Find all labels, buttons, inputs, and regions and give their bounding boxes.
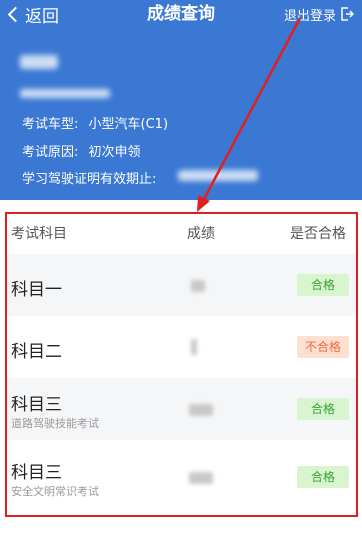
top-bar: 返回 成绩查询 退出登录 xyxy=(0,0,362,28)
header-score: 成绩 xyxy=(187,226,215,242)
blurred-permit-date xyxy=(178,170,258,181)
logout-icon xyxy=(341,7,354,21)
exam-reason-value: 初次申领 xyxy=(88,145,141,160)
scores-table: 考试科目 成绩 是否合格 科目一 合格 科目二 不合格 科目三 道路驾驶技能考试… xyxy=(5,212,358,517)
table-row: 科目二 不合格 xyxy=(7,316,356,378)
profile-header: 返回 成绩查询 退出登录 考试车型: 小型汽车(C1) 考试原因: 初次申领 学… xyxy=(0,0,362,200)
table-header: 考试科目 成绩 是否合格 xyxy=(7,214,356,250)
status-badge: 合格 xyxy=(297,398,349,420)
header-subject: 考试科目 xyxy=(11,226,67,242)
car-type-label: 考试车型: xyxy=(22,117,79,132)
blurred-score xyxy=(191,280,205,292)
logout-button[interactable]: 退出登录 xyxy=(284,0,354,28)
blurred-id-number xyxy=(20,89,110,98)
exam-reason-label: 考试原因: xyxy=(22,145,79,160)
subject-name: 科目一 xyxy=(11,280,62,300)
status-badge: 合格 xyxy=(297,274,349,296)
logout-label: 退出登录 xyxy=(283,8,336,24)
subject-note: 道路驾驶技能考试 xyxy=(11,417,99,430)
car-type-row: 考试车型: 小型汽车(C1) xyxy=(22,113,168,132)
subject-note: 安全文明常识考试 xyxy=(11,485,99,498)
subject-name: 科目三 xyxy=(11,463,62,483)
permit-expiry-row: 学习驾驶证明有效期止: xyxy=(22,168,156,187)
table-row: 科目三 安全文明常识考试 合格 xyxy=(7,446,356,508)
exam-reason-row: 考试原因: 初次申领 xyxy=(22,141,141,160)
permit-expiry-label: 学习驾驶证明有效期止: xyxy=(22,172,157,187)
blurred-name xyxy=(20,55,58,69)
table-row: 科目一 合格 xyxy=(7,254,356,316)
blurred-score xyxy=(189,472,213,484)
subject-name: 科目二 xyxy=(11,342,62,362)
car-type-value: 小型汽车(C1) xyxy=(88,117,169,132)
blurred-score xyxy=(189,404,213,416)
table-row: 科目三 道路驾驶技能考试 合格 xyxy=(7,378,356,440)
subject-name: 科目三 xyxy=(11,395,62,415)
header-pass: 是否合格 xyxy=(290,226,346,242)
blurred-score xyxy=(191,339,197,355)
status-badge: 不合格 xyxy=(297,336,349,358)
status-badge: 合格 xyxy=(297,466,349,488)
